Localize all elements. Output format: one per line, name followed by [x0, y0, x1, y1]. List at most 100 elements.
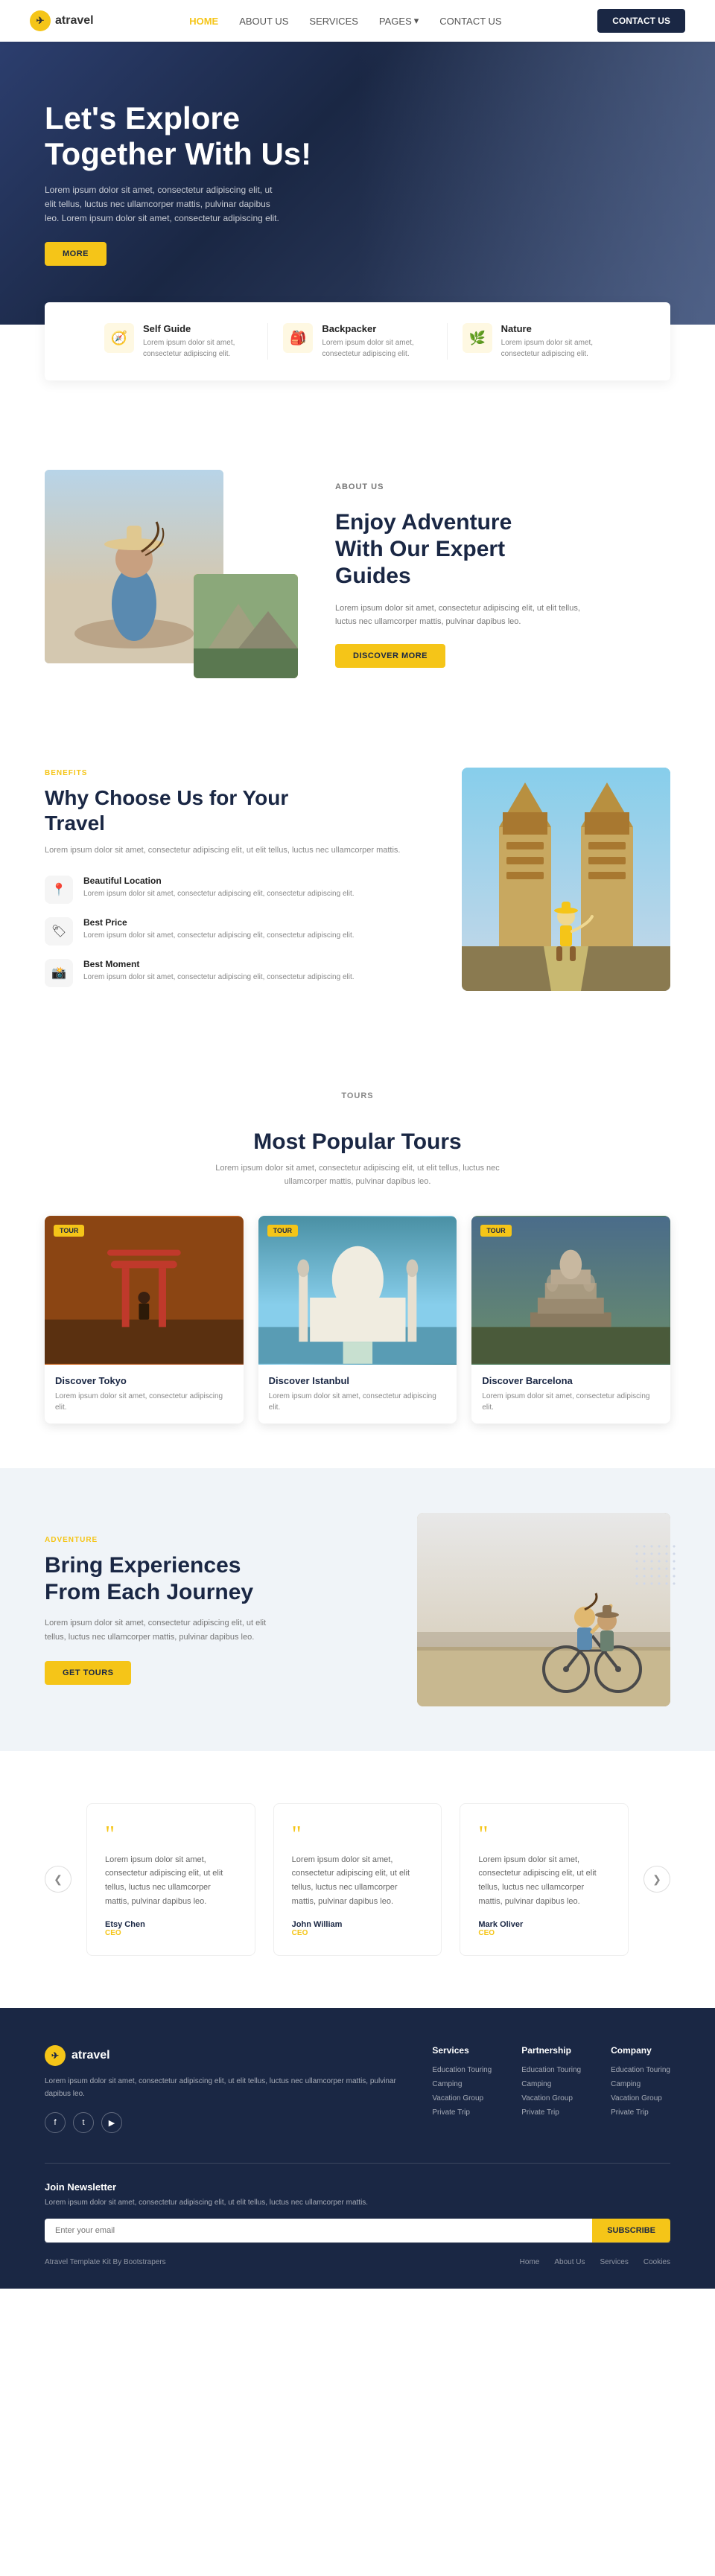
testimonial-role-0: CEO [105, 1929, 237, 1937]
hero-description: Lorem ipsum dolor sit amet, consectetur … [45, 183, 283, 226]
self-guide-icon: 🧭 [104, 323, 134, 353]
footer-link[interactable]: Private Trip [432, 2108, 492, 2117]
quote-icon-1: " [292, 1822, 424, 1846]
tour-card-2[interactable]: TOUR Discover Barcelona Lorem ipsum dolo… [471, 1216, 670, 1424]
testimonial-text-2: Lorem ipsum dolor sit amet, consectetur … [478, 1853, 610, 1909]
tour-badge-0: TOUR [54, 1225, 84, 1237]
footer-logo-icon: ✈ [45, 2045, 66, 2066]
why-item-location: 📍 Beautiful Location Lorem ipsum dolor s… [45, 876, 417, 904]
footer-bottom-home[interactable]: Home [520, 2258, 540, 2266]
tour-desc-1: Lorem ipsum dolor sit amet, consectetur … [269, 1391, 447, 1413]
footer-bottom-about[interactable]: About Us [554, 2258, 585, 2266]
hero-cta-button[interactable]: MORE [45, 242, 107, 266]
adventure-tag: ADVENTURE [45, 1534, 268, 1546]
feature-title-0: Self Guide [143, 323, 252, 334]
youtube-icon[interactable]: ▶ [101, 2112, 122, 2133]
footer-bottom-links: Home About Us Services Cookies [520, 2258, 670, 2266]
tour-badge-1: TOUR [267, 1225, 298, 1237]
about-section: ABOUT US Enjoy Adventure With Our Expert… [0, 425, 715, 723]
tours-tag: TOURS [201, 1090, 514, 1103]
newsletter-desc: Lorem ipsum dolor sit amet, consectetur … [45, 2199, 670, 2207]
nav-contact[interactable]: CONTACT US [439, 16, 501, 27]
testimonial-author-1: John William [292, 1920, 424, 1929]
tour-image-2: TOUR [471, 1216, 670, 1365]
tour-card-1[interactable]: TOUR Discover Istanbul Lorem ipsum dolor… [258, 1216, 457, 1424]
about-images [45, 470, 298, 678]
navbar: ✈ atravel HOME ABOUT US SERVICES PAGES ▾… [0, 0, 715, 42]
twitter-icon[interactable]: t [73, 2112, 94, 2133]
why-content: BENEFITS Why Choose Us for Your Travel L… [45, 768, 417, 1001]
feature-desc-2: Lorem ipsum dolor sit amet, consectetur … [501, 337, 611, 360]
adventure-content: ADVENTURE Bring Experiences From Each Jo… [45, 1534, 417, 1684]
footer-brand: ✈ atravel Lorem ipsum dolor sit amet, co… [45, 2045, 402, 2133]
nav-services[interactable]: SERVICES [309, 16, 358, 27]
feature-nature: 🌿 Nature Lorem ipsum dolor sit amet, con… [448, 323, 626, 360]
nav-about[interactable]: ABOUT US [239, 16, 288, 27]
why-tag: BENEFITS [45, 768, 417, 780]
footer-link[interactable]: Private Trip [521, 2108, 581, 2117]
footer-link[interactable]: Education Touring [521, 2066, 581, 2074]
backpacker-icon: 🎒 [283, 323, 313, 353]
testimonial-text-1: Lorem ipsum dolor sit amet, consectetur … [292, 1853, 424, 1909]
newsletter-form: SUBSCRIBE [45, 2219, 670, 2242]
testimonial-card-0: " Lorem ipsum dolor sit amet, consectetu… [86, 1803, 255, 1957]
footer-link[interactable]: Education Touring [432, 2066, 492, 2074]
tours-description: Lorem ipsum dolor sit amet, consectetur … [201, 1162, 514, 1188]
feature-self-guide: 🧭 Self Guide Lorem ipsum dolor sit amet,… [89, 323, 268, 360]
testimonial-card-2: " Lorem ipsum dolor sit amet, consectetu… [460, 1803, 629, 1957]
why-heading: Why Choose Us for Your Travel [45, 785, 417, 835]
chevron-down-icon: ▾ [414, 15, 419, 27]
testimonial-prev-button[interactable]: ❮ [45, 1866, 72, 1893]
tour-card-0[interactable]: TOUR Discover Tokyo Lorem ipsum dolor si… [45, 1216, 244, 1424]
testimonial-author-0: Etsy Chen [105, 1920, 237, 1929]
tours-section: TOURS Most Popular Tours Lorem ipsum dol… [0, 1045, 715, 1468]
testimonials-section: ❮ " Lorem ipsum dolor sit amet, consecte… [0, 1751, 715, 2009]
why-item-title-1: Best Price [83, 917, 355, 928]
nav-home[interactable]: HOME [189, 16, 218, 27]
feature-title-1: Backpacker [322, 323, 431, 334]
adventure-image-container [417, 1513, 670, 1706]
footer-link[interactable]: Camping [521, 2080, 581, 2088]
brand-logo[interactable]: ✈ atravel [30, 10, 94, 31]
why-item-desc-0: Lorem ipsum dolor sit amet, consectetur … [83, 888, 355, 899]
tours-heading: Most Popular Tours [45, 1129, 670, 1155]
nav-pages[interactable]: PAGES ▾ [379, 15, 419, 27]
bali-gate-image [462, 768, 670, 991]
hero-section: Let's Explore Together With Us! Lorem ip… [0, 42, 715, 325]
footer-newsletter: Join Newsletter Lorem ipsum dolor sit am… [45, 2163, 670, 2242]
footer-link[interactable]: Camping [611, 2080, 670, 2088]
why-section: BENEFITS Why Choose Us for Your Travel L… [0, 723, 715, 1045]
footer-bottom-cookies[interactable]: Cookies [644, 2258, 670, 2266]
footer-link[interactable]: Vacation Group [521, 2094, 581, 2102]
tours-grid: TOUR Discover Tokyo Lorem ipsum dolor si… [45, 1216, 670, 1424]
footer-link[interactable]: Vacation Group [611, 2094, 670, 2102]
adventure-cta-button[interactable]: GET TOURS [45, 1661, 131, 1685]
about-content: ABOUT US Enjoy Adventure With Our Expert… [298, 480, 588, 668]
footer-brand-desc: Lorem ipsum dolor sit amet, consectetur … [45, 2075, 402, 2100]
why-item-price: 🏷 Best Price Lorem ipsum dolor sit amet,… [45, 917, 417, 946]
footer-link[interactable]: Education Touring [611, 2066, 670, 2074]
footer-copyright: Atravel Template Kit By Bootstrapers [45, 2258, 166, 2266]
testimonials-inner: ❮ " Lorem ipsum dolor sit amet, consecte… [45, 1803, 670, 1957]
why-image [462, 768, 670, 991]
newsletter-submit-button[interactable]: SUBSCRIBE [592, 2219, 670, 2242]
features-bar: 🧭 Self Guide Lorem ipsum dolor sit amet,… [45, 302, 670, 380]
about-cta-button[interactable]: DISCOVER MORE [335, 644, 445, 668]
footer-bottom-services[interactable]: Services [600, 2258, 629, 2266]
dots-decoration-2 [633, 1543, 678, 1587]
footer-link[interactable]: Vacation Group [432, 2094, 492, 2102]
why-item-desc-2: Lorem ipsum dolor sit amet, consectetur … [83, 972, 355, 983]
testimonial-next-button[interactable]: ❯ [644, 1866, 670, 1893]
footer-link[interactable]: Private Trip [611, 2108, 670, 2117]
why-item-title-2: Best Moment [83, 959, 355, 969]
location-icon: 📍 [45, 876, 73, 904]
nav-links: HOME ABOUT US SERVICES PAGES ▾ CONTACT U… [189, 15, 501, 27]
newsletter-email-input[interactable] [45, 2219, 592, 2242]
facebook-icon[interactable]: f [45, 2112, 66, 2133]
nav-cta-button[interactable]: CONTACT US [597, 9, 685, 33]
footer-partnership-title: Partnership [521, 2045, 581, 2056]
couple-bike-image [417, 1513, 670, 1706]
footer-link[interactable]: Camping [432, 2080, 492, 2088]
testimonials-cards: " Lorem ipsum dolor sit amet, consectetu… [86, 1803, 629, 1957]
logo-icon: ✈ [30, 10, 51, 31]
